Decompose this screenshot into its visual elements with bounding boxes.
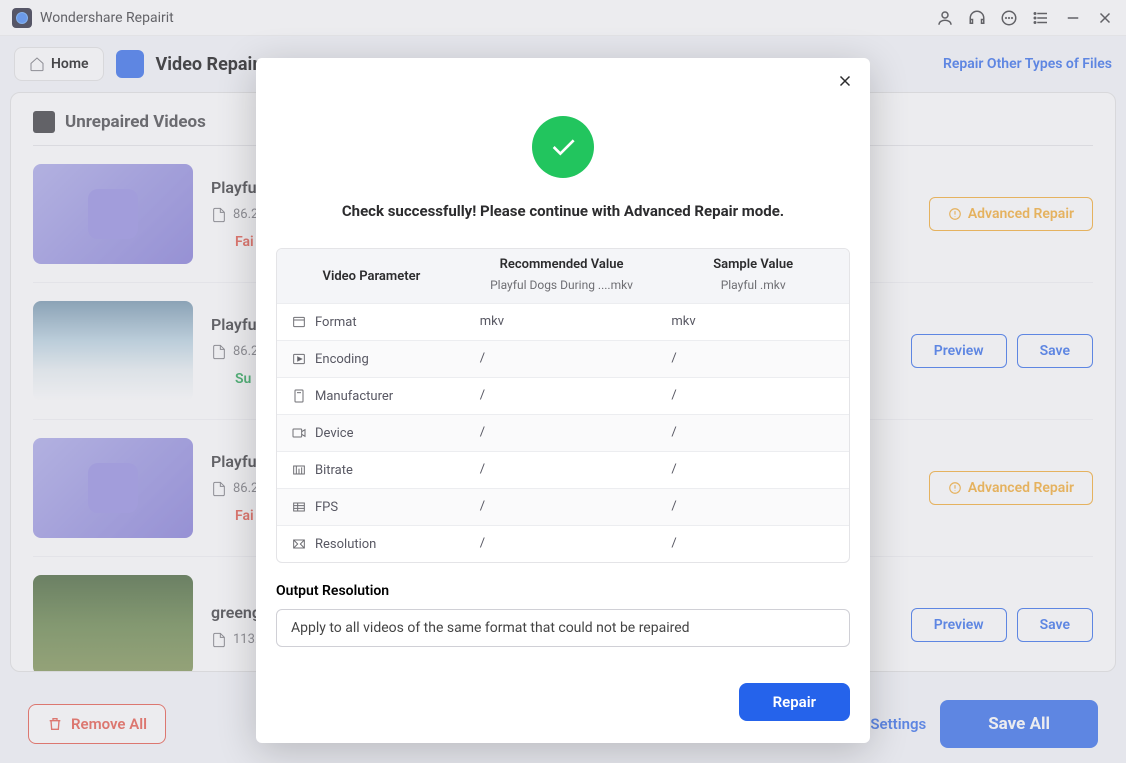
output-resolution-label: Output Resolution bbox=[276, 583, 850, 599]
parameter-table: Video Parameter Recommended Value Playfu… bbox=[276, 248, 850, 563]
param-label: FPS bbox=[315, 500, 338, 515]
recommended-value: / bbox=[466, 341, 658, 377]
param-label: Bitrate bbox=[315, 463, 353, 478]
chevron-down-icon bbox=[823, 622, 835, 634]
col-header-sample: Sample Value Playful .mkv bbox=[657, 249, 849, 303]
recommended-value: / bbox=[466, 452, 658, 488]
modal-message: Check successfully! Please continue with… bbox=[276, 202, 850, 220]
output-resolution-select[interactable]: Apply to all videos of the same format t… bbox=[276, 609, 850, 647]
sample-value: / bbox=[657, 341, 849, 377]
param-label: Resolution bbox=[315, 537, 376, 552]
recommended-value: / bbox=[466, 415, 658, 451]
sample-value: / bbox=[657, 415, 849, 451]
table-row: Resolution // bbox=[277, 525, 849, 562]
param-label: Encoding bbox=[315, 352, 369, 367]
col-header-recommended: Recommended Value Playful Dogs During ..… bbox=[466, 249, 658, 303]
modal-dialog: Check successfully! Please continue with… bbox=[256, 58, 870, 743]
table-row: Manufacturer // bbox=[277, 377, 849, 414]
param-label: Manufacturer bbox=[315, 389, 393, 404]
recommended-value: mkv bbox=[466, 304, 658, 340]
sample-value: mkv bbox=[657, 304, 849, 340]
param-icon bbox=[291, 499, 307, 515]
param-icon bbox=[291, 425, 307, 441]
table-row: Device // bbox=[277, 414, 849, 451]
param-icon bbox=[291, 462, 307, 478]
table-row: Encoding // bbox=[277, 340, 849, 377]
param-icon bbox=[291, 351, 307, 367]
sample-value: / bbox=[657, 526, 849, 562]
sample-value: / bbox=[657, 452, 849, 488]
select-value: Apply to all videos of the same format t… bbox=[291, 620, 690, 636]
param-label: Device bbox=[315, 426, 354, 441]
param-icon bbox=[291, 314, 307, 330]
table-row: Bitrate // bbox=[277, 451, 849, 488]
recommended-value: / bbox=[466, 526, 658, 562]
close-icon bbox=[836, 72, 854, 90]
table-row: FPS // bbox=[277, 488, 849, 525]
modal-close-button[interactable] bbox=[836, 72, 854, 94]
table-row: Format mkvmkv bbox=[277, 303, 849, 340]
param-icon bbox=[291, 536, 307, 552]
sample-value: / bbox=[657, 489, 849, 525]
param-icon bbox=[291, 388, 307, 404]
repair-button[interactable]: Repair bbox=[739, 683, 850, 721]
col-header-param: Video Parameter bbox=[277, 249, 466, 303]
recommended-value: / bbox=[466, 378, 658, 414]
param-label: Format bbox=[315, 315, 357, 330]
recommended-value: / bbox=[466, 489, 658, 525]
success-check-icon bbox=[532, 116, 594, 178]
sample-value: / bbox=[657, 378, 849, 414]
modal-backdrop: Check successfully! Please continue with… bbox=[0, 0, 1126, 763]
